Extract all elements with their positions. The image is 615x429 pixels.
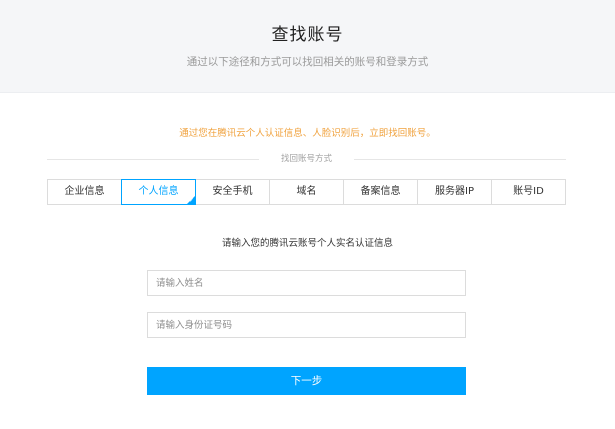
divider-line-right <box>354 159 566 160</box>
page-title: 查找账号 <box>271 25 344 45</box>
id-card-input[interactable] <box>147 312 466 338</box>
recovery-method-tabs: 企业信息 个人信息 ✓ 安全手机 域名 备案信息 服务器IP 账号ID <box>47 179 566 205</box>
tab-label: 企业信息 <box>64 186 105 197</box>
name-input[interactable] <box>147 270 466 296</box>
form-prompt: 请输入您的腾讯云账号个人实名认证信息 <box>221 238 393 249</box>
tab-personal-info[interactable]: 个人信息 ✓ <box>121 179 196 205</box>
tab-label: 服务器IP <box>435 186 474 197</box>
tab-label: 个人信息 <box>138 186 179 197</box>
tab-label: 账号ID <box>513 186 544 197</box>
tab-account-id[interactable]: 账号ID <box>492 180 565 204</box>
tab-label: 域名 <box>296 186 317 197</box>
tab-label: 安全手机 <box>212 186 253 197</box>
tab-security-phone[interactable]: 安全手机 <box>196 180 270 204</box>
next-button[interactable]: 下一步 <box>147 367 466 395</box>
tab-company-info[interactable]: 企业信息 <box>48 180 122 204</box>
method-divider: 找回账号方式 <box>47 153 566 165</box>
notice-text: 通过您在腾讯云个人认证信息、人脸识别后，立即找回账号。 <box>179 128 436 139</box>
tab-label: 备案信息 <box>360 186 401 197</box>
find-account-page: 查找账号 通过以下途径和方式可以找回相关的账号和登录方式 通过您在腾讯云个人认证… <box>0 0 615 429</box>
page-subtitle: 通过以下途径和方式可以找回相关的账号和登录方式 <box>186 56 429 68</box>
tab-domain[interactable]: 域名 <box>270 180 344 204</box>
check-icon: ✓ <box>188 197 194 204</box>
page-header: 查找账号 通过以下途径和方式可以找回相关的账号和登录方式 <box>0 0 615 93</box>
tab-server-ip[interactable]: 服务器IP <box>418 180 492 204</box>
tab-filing-info[interactable]: 备案信息 <box>344 180 418 204</box>
